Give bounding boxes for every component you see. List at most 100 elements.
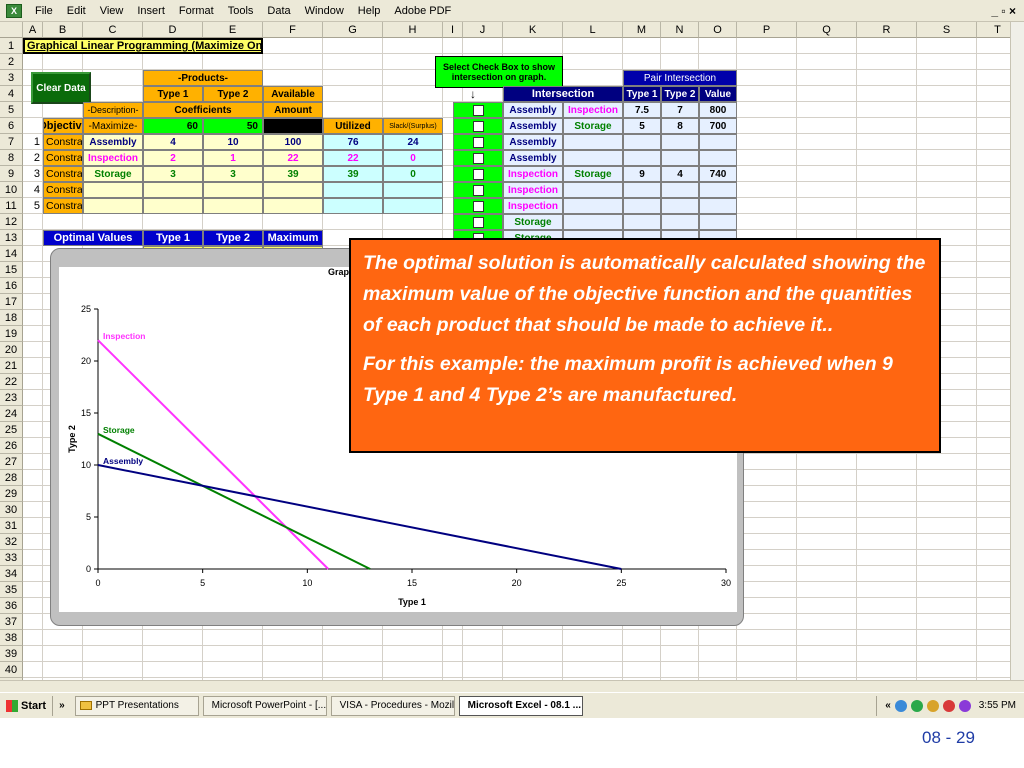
- menu-file[interactable]: File: [28, 5, 60, 17]
- intersection-checkbox-cell[interactable]: [453, 198, 503, 214]
- quicklaunch-chevron[interactable]: »: [53, 700, 71, 711]
- constraint-type1[interactable]: 3: [143, 166, 203, 182]
- constraint-available[interactable]: [263, 182, 323, 198]
- checkbox[interactable]: [472, 120, 484, 132]
- column-header-l[interactable]: L: [563, 22, 623, 38]
- intersection-checkbox-cell[interactable]: [453, 166, 503, 182]
- row-header-31[interactable]: 31: [0, 518, 23, 534]
- menu-view[interactable]: View: [93, 5, 131, 17]
- row-header-26[interactable]: 26: [0, 438, 23, 454]
- constraint-description[interactable]: Storage: [83, 166, 143, 182]
- menu-insert[interactable]: Insert: [130, 5, 172, 17]
- row-header-24[interactable]: 24: [0, 406, 23, 422]
- row-header-39[interactable]: 39: [0, 646, 23, 662]
- row-header-35[interactable]: 35: [0, 582, 23, 598]
- checkbox[interactable]: [472, 200, 484, 212]
- row-header-2[interactable]: 2: [0, 54, 23, 70]
- checkbox[interactable]: [472, 136, 484, 148]
- clear-data-button[interactable]: Clear Data: [31, 72, 91, 104]
- window-controls[interactable]: _ ▫ ×: [991, 4, 1024, 18]
- row-header-21[interactable]: 21: [0, 358, 23, 374]
- constraint-available[interactable]: 39: [263, 166, 323, 182]
- constraint-description[interactable]: [83, 198, 143, 214]
- row-header-27[interactable]: 27: [0, 454, 23, 470]
- column-header-q[interactable]: Q: [797, 22, 857, 38]
- row-header-33[interactable]: 33: [0, 550, 23, 566]
- constraint-type2[interactable]: 3: [203, 166, 263, 182]
- row-header-25[interactable]: 25: [0, 422, 23, 438]
- taskbar-excel[interactable]: Microsoft Excel - 08.1 ...: [458, 695, 583, 716]
- row-header-32[interactable]: 32: [0, 534, 23, 550]
- start-button[interactable]: Start: [0, 695, 54, 716]
- menu-tools[interactable]: Tools: [221, 5, 261, 17]
- antivirus-icon[interactable]: [910, 699, 923, 712]
- constraint-type2[interactable]: 1: [203, 150, 263, 166]
- select-all-corner[interactable]: [0, 22, 23, 38]
- column-header-p[interactable]: P: [737, 22, 797, 38]
- constraint-type2[interactable]: [203, 182, 263, 198]
- intersection-checkbox-cell[interactable]: [453, 214, 503, 230]
- tray-chevron[interactable]: «: [885, 700, 891, 711]
- column-header-e[interactable]: E: [203, 22, 263, 38]
- excel-app-icon[interactable]: X: [6, 3, 22, 18]
- row-header-22[interactable]: 22: [0, 374, 23, 390]
- constraint-available[interactable]: 100: [263, 134, 323, 150]
- taskbar-mozilla[interactable]: VISA - Procedures - Mozil...: [330, 695, 455, 716]
- checkbox[interactable]: [472, 168, 484, 180]
- intersection-checkbox-cell[interactable]: [453, 150, 503, 166]
- row-header-7[interactable]: 7: [0, 134, 23, 150]
- volume-icon[interactable]: [958, 699, 971, 712]
- row-header-3[interactable]: 3: [0, 70, 23, 86]
- row-header-15[interactable]: 15: [0, 262, 23, 278]
- row-header-40[interactable]: 40: [0, 662, 23, 678]
- network-icon[interactable]: [894, 699, 907, 712]
- menu-adobe-pdf[interactable]: Adobe PDF: [387, 5, 458, 17]
- row-header-38[interactable]: 38: [0, 630, 23, 646]
- row-header-29[interactable]: 29: [0, 486, 23, 502]
- column-header-c[interactable]: C: [83, 22, 143, 38]
- row-header-10[interactable]: 10: [0, 182, 23, 198]
- objective-type1[interactable]: 60: [143, 118, 203, 134]
- menu-edit[interactable]: Edit: [60, 5, 93, 17]
- menu-data[interactable]: Data: [260, 5, 297, 17]
- row-header-12[interactable]: 12: [0, 214, 23, 230]
- constraint-description[interactable]: Inspection: [83, 150, 143, 166]
- column-header-g[interactable]: G: [323, 22, 383, 38]
- row-header-19[interactable]: 19: [0, 326, 23, 342]
- constraint-type2[interactable]: [203, 198, 263, 214]
- constraint-description[interactable]: [83, 182, 143, 198]
- constraint-available[interactable]: 22: [263, 150, 323, 166]
- intersection-checkbox-cell[interactable]: [453, 182, 503, 198]
- column-header-f[interactable]: F: [263, 22, 323, 38]
- constraint-type1[interactable]: [143, 198, 203, 214]
- constraint-type2[interactable]: 10: [203, 134, 263, 150]
- constraint-type1[interactable]: 4: [143, 134, 203, 150]
- column-header-d[interactable]: D: [143, 22, 203, 38]
- row-header-34[interactable]: 34: [0, 566, 23, 582]
- row-header-5[interactable]: 5: [0, 102, 23, 118]
- checkbox[interactable]: [472, 104, 484, 116]
- menu-window[interactable]: Window: [298, 5, 351, 17]
- constraint-type1[interactable]: [143, 182, 203, 198]
- row-header-13[interactable]: 13: [0, 230, 23, 246]
- checkbox[interactable]: [472, 152, 484, 164]
- row-header-11[interactable]: 11: [0, 198, 23, 214]
- intersection-checkbox-cell[interactable]: [453, 102, 503, 118]
- row-header-8[interactable]: 8: [0, 150, 23, 166]
- column-header-s[interactable]: S: [917, 22, 977, 38]
- column-header-t[interactable]: T: [977, 22, 1010, 38]
- column-header-a[interactable]: A: [23, 22, 43, 38]
- row-header-16[interactable]: 16: [0, 278, 23, 294]
- column-header-m[interactable]: M: [623, 22, 661, 38]
- intersection-checkbox-cell[interactable]: [453, 118, 503, 134]
- checkbox[interactable]: [472, 216, 484, 228]
- row-header-23[interactable]: 23: [0, 390, 23, 406]
- row-header-30[interactable]: 30: [0, 502, 23, 518]
- column-header-k[interactable]: K: [503, 22, 563, 38]
- row-header-4[interactable]: 4: [0, 86, 23, 102]
- objective-type2[interactable]: 50: [203, 118, 263, 134]
- column-header-o[interactable]: O: [699, 22, 737, 38]
- column-header-n[interactable]: N: [661, 22, 699, 38]
- column-header-h[interactable]: H: [383, 22, 443, 38]
- column-header-b[interactable]: B: [43, 22, 83, 38]
